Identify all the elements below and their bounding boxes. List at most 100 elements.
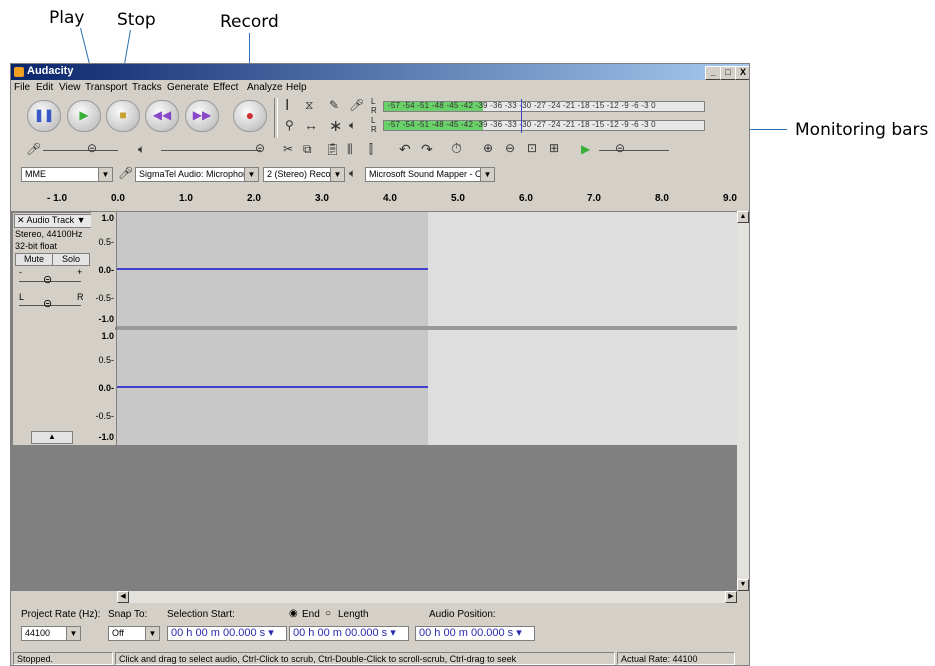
- zoom-in-icon[interactable]: ⊕: [483, 141, 493, 155]
- output-device-icon: 🔈︎: [349, 166, 357, 180]
- scroll-up-button[interactable]: ▲: [737, 211, 749, 223]
- menu-view[interactable]: View: [59, 82, 81, 93]
- play-at-speed-icon[interactable]: ▶: [581, 142, 590, 156]
- input-device-select[interactable]: SigmaTel Audio: Microphone ▼: [135, 167, 259, 182]
- scale-label: 1.0: [101, 213, 114, 223]
- menu-tracks[interactable]: Tracks: [132, 82, 162, 93]
- vertical-scrollbar[interactable]: ▲ ▼: [737, 211, 749, 591]
- close-icon[interactable]: ✕: [15, 215, 27, 225]
- envelope-tool-icon[interactable]: ⧖: [305, 98, 313, 113]
- ruler-tick-label: 3.0: [315, 193, 329, 204]
- pan-slider-thumb[interactable]: ⊝: [43, 297, 52, 310]
- zoom-out-icon[interactable]: ⊖: [505, 141, 515, 155]
- end-radio-label: End: [302, 609, 320, 620]
- play-speed-slider[interactable]: [599, 150, 669, 151]
- timeline-ruler[interactable]: - 1.0 0.0 1.0 2.0 3.0 4.0 5.0 6.0 7.0 8.…: [11, 191, 749, 209]
- menu-analyze[interactable]: Analyze: [247, 82, 283, 93]
- multi-tool-icon[interactable]: ∗: [329, 116, 342, 136]
- mic-meter-icon[interactable]: 🎤︎: [349, 98, 364, 112]
- gain-slider-thumb[interactable]: ⊝: [43, 273, 52, 286]
- waveform-right-channel[interactable]: [117, 330, 737, 445]
- horizontal-scrollbar[interactable]: ◀ ▶: [117, 591, 737, 603]
- play-button[interactable]: ▶: [67, 100, 101, 132]
- minimize-button[interactable]: _: [705, 66, 721, 80]
- menu-effect[interactable]: Effect: [213, 82, 238, 93]
- gain-plus-label: +: [77, 267, 83, 277]
- scale-label: -1.0: [98, 314, 114, 324]
- mute-button[interactable]: Mute: [15, 253, 53, 266]
- undo-icon[interactable]: ↶: [399, 141, 411, 158]
- playback-meter[interactable]: -57 -54 -51 -48 -45 -42 -39 -36 -33 -30 …: [383, 120, 705, 131]
- solo-button[interactable]: Solo: [52, 253, 90, 266]
- annotation-play: Play: [49, 8, 85, 28]
- audio-position-time[interactable]: 00 h 00 m 00.000 s ▾: [415, 626, 535, 641]
- silence-icon[interactable]: ⫿: [369, 142, 373, 157]
- selection-start-time[interactable]: 00 h 00 m 00.000 s ▾: [167, 626, 287, 641]
- amplitude-scale-top: 1.0 0.5- 0.0- -0.5- -1.0: [91, 212, 116, 327]
- menu-transport[interactable]: Transport: [85, 82, 127, 93]
- output-device-value: Microsoft Sound Mapper - Ou: [369, 169, 488, 179]
- skip-end-icon: ▶▶: [192, 108, 212, 122]
- scroll-right-button[interactable]: ▶: [725, 591, 737, 603]
- status-hint: Click and drag to select audio, Ctrl-Cli…: [115, 652, 615, 665]
- recording-meter[interactable]: -57 -54 -51 -48 -45 -42 -39 -36 -33 -30 …: [383, 101, 705, 112]
- close-button[interactable]: X: [735, 66, 749, 80]
- snap-to-select[interactable]: Off ▼: [108, 626, 160, 641]
- ruler-tick-label: 2.0: [247, 193, 261, 204]
- waveform-left-channel[interactable]: [117, 212, 737, 326]
- pan-right-label: R: [77, 292, 84, 302]
- window-title: Audacity: [27, 65, 74, 77]
- scroll-down-button[interactable]: ▼: [737, 579, 749, 591]
- output-volume-thumb[interactable]: ⊝: [255, 141, 265, 155]
- menu-generate[interactable]: Generate: [167, 82, 209, 93]
- host-select-value: MME: [25, 169, 46, 179]
- speaker-meter-icon[interactable]: 🔈︎: [349, 118, 356, 133]
- fit-project-icon[interactable]: ⊞: [549, 141, 559, 155]
- length-radio[interactable]: ○: [325, 608, 331, 619]
- input-volume-slider[interactable]: [43, 150, 118, 151]
- scale-label: -0.5-: [95, 411, 114, 421]
- redo-icon[interactable]: ↷: [421, 141, 433, 158]
- selection-end-time[interactable]: 00 h 00 m 00.000 s ▾: [289, 626, 409, 641]
- menu-help[interactable]: Help: [286, 82, 307, 93]
- ruler-tick-label: 1.0: [179, 193, 193, 204]
- pause-button[interactable]: ❚❚: [27, 100, 61, 132]
- host-select[interactable]: MME ▼: [21, 167, 113, 182]
- waveform-line: [117, 268, 428, 270]
- collapse-track-button[interactable]: ▲: [31, 431, 73, 444]
- output-volume-slider[interactable]: [161, 150, 261, 151]
- output-device-select[interactable]: Microsoft Sound Mapper - Ou ▼: [365, 167, 495, 182]
- input-volume-thumb[interactable]: ⊝: [87, 141, 97, 155]
- track-name-button[interactable]: ✕ Audio Track ▼: [14, 214, 92, 228]
- toolbar-separator: [274, 98, 278, 138]
- chevron-down-icon: ▼: [330, 168, 344, 181]
- skip-to-start-button[interactable]: ◀◀: [145, 100, 179, 132]
- play-speed-thumb[interactable]: ⊝: [615, 141, 625, 155]
- cut-icon[interactable]: ✂: [283, 142, 293, 156]
- timeshift-tool-icon[interactable]: ↔: [304, 117, 318, 133]
- trim-icon[interactable]: ⫼: [347, 142, 353, 157]
- scroll-left-button[interactable]: ◀: [117, 591, 129, 603]
- zoom-tool-icon[interactable]: ⚲: [285, 118, 294, 132]
- paste-icon[interactable]: 📋︎: [325, 142, 340, 156]
- menu-edit[interactable]: Edit: [36, 82, 53, 93]
- meter-peak-marker: [521, 99, 522, 133]
- sync-lock-icon[interactable]: ⏱: [451, 140, 462, 157]
- stop-button[interactable]: ■: [106, 100, 140, 132]
- draw-tool-icon[interactable]: ✎: [329, 98, 339, 112]
- audacity-window: Audacity _ □ X File Edit View Transport …: [10, 63, 750, 666]
- play-meter-left-label: L: [371, 116, 376, 125]
- end-radio[interactable]: ◉: [289, 608, 298, 619]
- project-rate-select[interactable]: 44100 ▼: [21, 626, 81, 641]
- selection-tool-icon[interactable]: I: [285, 97, 289, 115]
- copy-icon[interactable]: ⧉: [303, 142, 312, 157]
- scale-label: 1.0: [101, 331, 114, 341]
- record-button[interactable]: ●: [233, 100, 267, 132]
- maximize-button[interactable]: □: [720, 66, 736, 80]
- fit-selection-icon[interactable]: ⊡: [527, 141, 537, 155]
- chevron-down-icon: ▼: [480, 168, 494, 181]
- menu-file[interactable]: File: [14, 82, 30, 93]
- selection-start-value: 00 h 00 m 00.000 s: [171, 627, 266, 639]
- skip-to-end-button[interactable]: ▶▶: [185, 100, 219, 132]
- channels-select[interactable]: 2 (Stereo) Recorc ▼: [263, 167, 345, 182]
